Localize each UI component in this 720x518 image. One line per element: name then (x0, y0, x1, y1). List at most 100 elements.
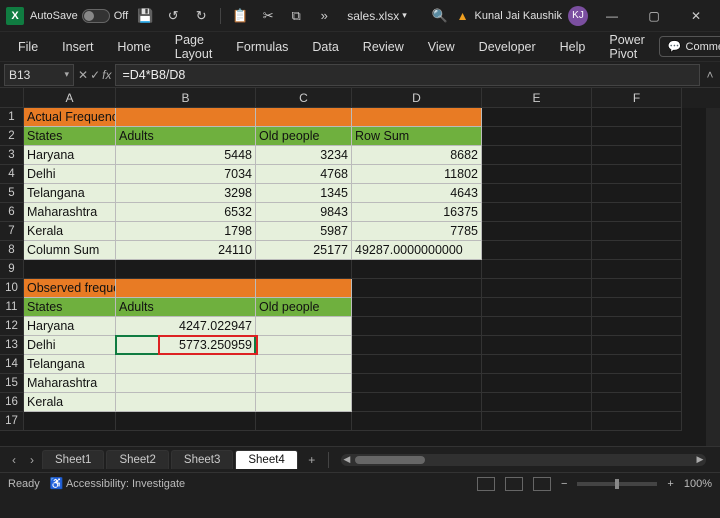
cell-A13[interactable]: Delhi (24, 336, 116, 355)
row-header-11[interactable]: 11 (0, 298, 24, 317)
cell-E15[interactable] (482, 374, 592, 393)
cell-B13[interactable]: 5773.250959 (116, 336, 256, 355)
cell-B5[interactable]: 3298 (116, 184, 256, 203)
user-avatar[interactable]: KJ (568, 6, 588, 26)
cell-C1[interactable] (256, 108, 352, 127)
page-layout-view-icon[interactable] (505, 477, 523, 491)
tab-file[interactable]: File (8, 36, 48, 58)
cell-E5[interactable] (482, 184, 592, 203)
horizontal-scrollbar[interactable]: ◀ ▶ (341, 454, 706, 466)
cell-F3[interactable] (592, 146, 682, 165)
cancel-formula-icon[interactable]: ✕ (78, 68, 88, 82)
copy-icon[interactable]: ⧉ (285, 5, 307, 27)
cell-E16[interactable] (482, 393, 592, 412)
name-box[interactable]: B13 ▾ (4, 64, 74, 86)
zoom-slider[interactable] (577, 482, 657, 486)
tab-developer[interactable]: Developer (469, 36, 546, 58)
zoom-level[interactable]: 100% (684, 478, 712, 490)
cell-F14[interactable] (592, 355, 682, 374)
cell-A10[interactable]: Observed frequencies of liking Ice cream (24, 279, 116, 298)
cell-F16[interactable] (592, 393, 682, 412)
undo-icon[interactable]: ↺ (162, 5, 184, 27)
row-header-16[interactable]: 16 (0, 393, 24, 412)
scroll-right-icon[interactable]: ▶ (694, 454, 706, 465)
sheet-tab-1[interactable]: Sheet1 (42, 450, 104, 469)
scroll-left-icon[interactable]: ◀ (341, 454, 353, 465)
clipboard-icon[interactable]: 📋 (229, 5, 251, 27)
cell-D3[interactable]: 8682 (352, 146, 482, 165)
cell-A1[interactable]: Actual Frequencies of liking Ice cream (24, 108, 116, 127)
cell-B7[interactable]: 1798 (116, 222, 256, 241)
cell-E10[interactable] (482, 279, 592, 298)
cell-C13[interactable] (256, 336, 352, 355)
fx-icon[interactable]: fx (102, 68, 111, 82)
cell-A5[interactable]: Telangana (24, 184, 116, 203)
formula-input[interactable]: =D4*B8/D8 (115, 64, 700, 86)
cell-B6[interactable]: 6532 (116, 203, 256, 222)
cell-E7[interactable] (482, 222, 592, 241)
cell-B9[interactable] (116, 260, 256, 279)
col-header-D[interactable]: D (352, 88, 482, 108)
row-header-17[interactable]: 17 (0, 412, 24, 431)
cell-F15[interactable] (592, 374, 682, 393)
cell-B12[interactable]: 4247.022947 (116, 317, 256, 336)
col-header-C[interactable]: C (256, 88, 352, 108)
cell-E12[interactable] (482, 317, 592, 336)
col-header-F[interactable]: F (592, 88, 682, 108)
cell-C16[interactable] (256, 393, 352, 412)
cell-B17[interactable] (116, 412, 256, 431)
cell-F11[interactable] (592, 298, 682, 317)
cell-F6[interactable] (592, 203, 682, 222)
cell-D16[interactable] (352, 393, 482, 412)
expand-formula-icon[interactable]: ˄ (700, 68, 720, 82)
zoom-out-button[interactable]: − (561, 478, 567, 490)
cell-B3[interactable]: 5448 (116, 146, 256, 165)
tab-home[interactable]: Home (107, 36, 160, 58)
cell-E1[interactable] (482, 108, 592, 127)
tab-view[interactable]: View (418, 36, 465, 58)
cell-C4[interactable]: 4768 (256, 165, 352, 184)
close-button[interactable]: ✕ (678, 2, 714, 30)
cell-C9[interactable] (256, 260, 352, 279)
add-sheet-button[interactable]: + (300, 453, 324, 467)
cell-F12[interactable] (592, 317, 682, 336)
cell-C2[interactable]: Old people (256, 127, 352, 146)
cell-A11[interactable]: States (24, 298, 116, 317)
cell-E9[interactable] (482, 260, 592, 279)
cell-E2[interactable] (482, 127, 592, 146)
cell-E8[interactable] (482, 241, 592, 260)
col-header-B[interactable]: B (116, 88, 256, 108)
row-header-12[interactable]: 12 (0, 317, 24, 336)
cell-A3[interactable]: Haryana (24, 146, 116, 165)
cell-B4[interactable]: 7034 (116, 165, 256, 184)
row-header-5[interactable]: 5 (0, 184, 24, 203)
cell-E17[interactable] (482, 412, 592, 431)
cell-F8[interactable] (592, 241, 682, 260)
cell-B8[interactable]: 24110 (116, 241, 256, 260)
cell-C10[interactable] (256, 279, 352, 298)
maximize-button[interactable]: ▢ (636, 2, 672, 30)
cell-E11[interactable] (482, 298, 592, 317)
row-header-4[interactable]: 4 (0, 165, 24, 184)
cell-A16[interactable]: Kerala (24, 393, 116, 412)
sheet-tab-4[interactable]: Sheet4 (235, 450, 297, 469)
more-icon[interactable]: » (313, 5, 335, 27)
autosave-toggle[interactable]: AutoSave Off (30, 9, 128, 23)
cell-D15[interactable] (352, 374, 482, 393)
row-header-14[interactable]: 14 (0, 355, 24, 374)
cell-F1[interactable] (592, 108, 682, 127)
comments-button[interactable]: 💬 Comments (659, 36, 720, 57)
cell-D10[interactable] (352, 279, 482, 298)
cell-A8[interactable]: Column Sum (24, 241, 116, 260)
toggle-icon[interactable] (82, 9, 110, 23)
scroll-thumb[interactable] (355, 456, 425, 464)
row-header-1[interactable]: 1 (0, 108, 24, 127)
cell-C3[interactable]: 3234 (256, 146, 352, 165)
tab-page-layout[interactable]: Page Layout (165, 29, 223, 65)
cell-E4[interactable] (482, 165, 592, 184)
row-header-8[interactable]: 8 (0, 241, 24, 260)
row-header-15[interactable]: 15 (0, 374, 24, 393)
cell-D12[interactable] (352, 317, 482, 336)
cell-B14[interactable] (116, 355, 256, 374)
accessibility-status[interactable]: ♿ Accessibility: Investigate (50, 477, 185, 490)
